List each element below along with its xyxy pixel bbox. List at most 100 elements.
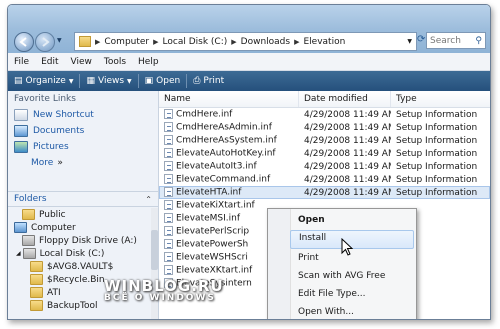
folder-icon bbox=[30, 300, 43, 311]
address-bar[interactable]: ▶ Computer ▶ Local Disk (C:) ▶ Downloads… bbox=[74, 32, 417, 51]
context-menu-item-scan-with-avg-free[interactable]: Scan with AVG Free bbox=[290, 268, 414, 285]
views-icon: ▦ bbox=[86, 76, 95, 86]
breadcrumb-arrow-icon[interactable]: ▶ bbox=[152, 38, 159, 46]
breadcrumb-arrow-icon[interactable]: ▶ bbox=[94, 38, 101, 46]
recent-pages-chevron-icon[interactable]: ▼ bbox=[57, 37, 62, 44]
file-row[interactable]: ElevateAutoHotKey.inf 4/29/2008 11:49 AM S… bbox=[159, 147, 490, 160]
tree-item-computer[interactable]: Computer bbox=[8, 221, 151, 234]
menu-edit[interactable]: Edit bbox=[35, 57, 64, 67]
column-header-date-modified[interactable]: Date modified bbox=[299, 91, 391, 107]
folder-icon bbox=[30, 261, 43, 272]
file-name-cell: ElevateCommand.inf bbox=[159, 174, 299, 185]
file-date-cell: 4/29/2008 11:49 AM bbox=[304, 148, 391, 159]
setup-file-icon bbox=[164, 187, 173, 198]
file-row[interactable]: ElevateAutoIt3.inf 4/29/2008 11:49 AM Setu… bbox=[159, 160, 490, 173]
context-menu-item-edit-file-type[interactable]: Edit File Type... bbox=[290, 286, 414, 303]
floppy-icon bbox=[22, 235, 35, 246]
open-button[interactable]: ▣ Open bbox=[139, 76, 187, 86]
back-arrow-icon bbox=[19, 37, 27, 47]
file-date-cell: 4/29/2008 11:49 AM bbox=[304, 122, 391, 133]
file-name: ElevateXKtart.inf bbox=[176, 265, 253, 276]
file-name-cell: CmdHere.inf bbox=[159, 109, 299, 120]
file-type-cell: Setup Information bbox=[396, 109, 478, 120]
tree-item-label: Public bbox=[39, 209, 66, 220]
search-placeholder: Search bbox=[430, 35, 461, 46]
breadcrumb-computer[interactable]: Computer bbox=[101, 37, 152, 47]
back-button[interactable] bbox=[14, 32, 34, 52]
refresh-icon[interactable]: ⟳ bbox=[417, 34, 426, 47]
favorite-new-shortcut[interactable]: New Shortcut bbox=[8, 107, 158, 123]
file-type-cell: Setup Information bbox=[396, 135, 478, 146]
setup-file-icon bbox=[164, 135, 173, 146]
command-bar: ▤ Organize ▼ ▦ Views ▼ ▣ Open ⎙ Print bbox=[8, 71, 490, 91]
tree-item-local-disk[interactable]: ◢ Local Disk (C:) bbox=[8, 247, 151, 260]
favorite-more[interactable]: More » bbox=[8, 155, 158, 171]
setup-file-icon bbox=[164, 239, 173, 250]
folder-icon bbox=[30, 287, 43, 298]
breadcrumb-arrow-icon[interactable]: ▶ bbox=[293, 38, 300, 46]
tree-item-avg8-vault[interactable]: $AVG8.VAULT$ bbox=[8, 260, 151, 273]
menu-help[interactable]: Help bbox=[132, 57, 165, 67]
file-date-cell: 4/29/2008 11:49 AM bbox=[304, 161, 391, 172]
scrollbar-thumb[interactable] bbox=[151, 230, 158, 270]
favorite-documents[interactable]: Documents bbox=[8, 123, 158, 139]
column-header-type[interactable]: Type bbox=[391, 91, 490, 107]
views-label: Views bbox=[97, 76, 125, 86]
breadcrumb-local-disk[interactable]: Local Disk (C:) bbox=[160, 37, 231, 47]
views-button[interactable]: ▦ Views ▼ bbox=[80, 76, 137, 86]
file-name: ElevateCommand.inf bbox=[176, 174, 271, 185]
organize-icon: ▤ bbox=[14, 76, 23, 86]
file-name: ElevateWSHScri bbox=[176, 252, 248, 263]
breadcrumb-arrow-icon[interactable]: ▶ bbox=[230, 38, 237, 46]
chevron-down-icon: ▼ bbox=[127, 77, 132, 85]
title-bar: ▼ ▶ Computer ▶ Local Disk (C:) ▶ Downloa… bbox=[8, 5, 490, 53]
organize-button[interactable]: ▤ Organize ▼ bbox=[8, 76, 79, 86]
file-name: ElevateKiXtart.inf bbox=[176, 200, 255, 211]
context-menu-item-open[interactable]: Open bbox=[290, 212, 414, 229]
favorite-pictures[interactable]: Pictures bbox=[8, 139, 158, 155]
search-input[interactable]: Search ⚲ bbox=[426, 32, 486, 49]
setup-file-icon bbox=[164, 174, 173, 185]
breadcrumb-downloads[interactable]: Downloads bbox=[238, 37, 293, 47]
forward-button[interactable] bbox=[35, 32, 55, 52]
file-type-cell: Setup Information bbox=[396, 174, 478, 185]
favorite-label: Documents bbox=[33, 126, 85, 136]
open-icon: ▣ bbox=[144, 76, 154, 86]
menu-file[interactable]: File bbox=[8, 57, 35, 67]
file-row[interactable]: CmdHereAsAdmin.inf 4/29/2008 11:49 AM Setu… bbox=[159, 121, 490, 134]
double-chevron-icon: » bbox=[57, 158, 63, 168]
organize-label: Organize bbox=[25, 76, 66, 86]
folder-icon bbox=[79, 36, 91, 47]
file-type-cell: Setup Information bbox=[396, 161, 478, 172]
tree-item-floppy[interactable]: Floppy Disk Drive (A:) bbox=[8, 234, 151, 247]
file-name: CmdHere.inf bbox=[176, 109, 233, 120]
expand-arrow-icon[interactable]: ◢ bbox=[16, 250, 21, 257]
menu-bar: File Edit View Tools Help bbox=[8, 53, 490, 71]
menu-view[interactable]: View bbox=[65, 57, 98, 67]
setup-file-icon bbox=[164, 148, 173, 159]
address-dropdown-icon[interactable]: ▼ bbox=[407, 38, 412, 45]
column-header-row: Name Date modified Type bbox=[159, 91, 490, 108]
context-menu-item-open-with[interactable]: Open With... bbox=[290, 304, 414, 319]
print-button[interactable]: ⎙ Print bbox=[187, 76, 230, 86]
file-date-cell: 4/29/2008 11:49 AM bbox=[304, 174, 391, 185]
file-row[interactable]: CmdHere.inf 4/29/2008 11:49 AM Setup Infor… bbox=[159, 108, 490, 121]
file-name-cell: ElevateAutoIt3.inf bbox=[159, 161, 299, 172]
file-row[interactable]: ElevateCommand.inf 4/29/2008 11:49 AM Setu… bbox=[159, 173, 490, 186]
favorite-label: More bbox=[31, 158, 54, 168]
file-name-cell: ElevateHTA.inf bbox=[159, 187, 299, 198]
folders-header[interactable]: Folders ⌃ bbox=[8, 191, 158, 207]
file-row[interactable]: ElevateHTA.inf 4/29/2008 11:49 AM Setup In… bbox=[159, 186, 490, 199]
file-name: ElevateAutoHotKey.inf bbox=[176, 148, 276, 159]
tree-item-public[interactable]: Public bbox=[8, 208, 151, 221]
chevron-down-icon: ▼ bbox=[68, 77, 74, 85]
tree-item-label: ATI bbox=[47, 287, 61, 298]
column-header-name[interactable]: Name bbox=[159, 91, 299, 107]
breadcrumb-elevation[interactable]: Elevation bbox=[300, 37, 348, 47]
tree-item-label: Computer bbox=[31, 222, 76, 233]
menu-tools[interactable]: Tools bbox=[98, 57, 132, 67]
file-name: ElevateHTA.inf bbox=[176, 187, 242, 198]
file-row[interactable]: CmdHereAsSystem.inf 4/29/2008 11:49 AM Set… bbox=[159, 134, 490, 147]
setup-file-icon bbox=[164, 161, 173, 172]
shortcut-icon bbox=[14, 109, 28, 121]
